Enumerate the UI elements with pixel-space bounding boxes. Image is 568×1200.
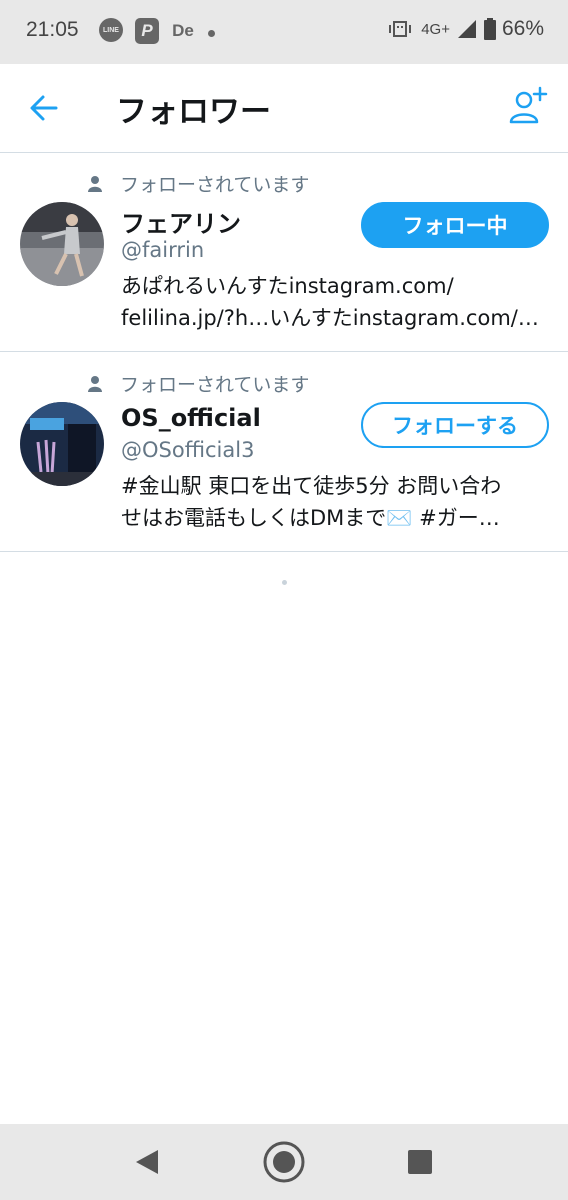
avatar[interactable] (20, 402, 104, 486)
de-icon: De (172, 21, 194, 40)
nav-recent-apps-icon[interactable] (408, 1150, 432, 1174)
page-title: フォロワー (116, 94, 271, 130)
arrow-left-icon[interactable] (28, 92, 60, 124)
app-header: フォロワー (0, 64, 568, 153)
follows-you-row: フォローされています (88, 170, 309, 197)
avatar-photo (20, 402, 104, 486)
status-bar: 21:05 LINE P De 4G+ 66% (0, 0, 568, 64)
follows-you-label: フォローされています (120, 174, 310, 196)
add-user-icon[interactable] (508, 86, 548, 126)
battery-icon (483, 18, 496, 40)
paypay-icon: P (135, 18, 159, 44)
bio-line: あぱれるいんすたinstagram.com/ (121, 274, 454, 298)
user-name[interactable]: フェアリン (121, 204, 241, 239)
loading-indicator (282, 580, 287, 585)
follows-you-label: フォローされています (120, 374, 310, 396)
person-icon (88, 375, 102, 392)
user-handle: @fairrin (121, 238, 205, 262)
system-nav-bar (0, 1124, 568, 1200)
user-handle: @OSofficial3 (121, 438, 255, 462)
list-item[interactable]: フォローされています OS_official @OSofficial3 #金山駅… (0, 352, 568, 552)
signal-icon (457, 20, 476, 38)
dot-icon (208, 30, 215, 37)
bio-line: せはお電話もしくはDMまで✉️ #ガー… (121, 506, 500, 530)
status-right: 4G+ 66% (389, 17, 544, 41)
battery-percent: 66% (501, 17, 544, 40)
vibrate-icon (389, 21, 412, 37)
follower-list: フォローされています フェアリン @fairrin あぱれるいんすたinstag… (0, 152, 568, 552)
following-button[interactable]: フォロー中 (361, 202, 549, 248)
status-time: 21:05 (26, 18, 79, 41)
line-icon: LINE (99, 18, 123, 42)
follows-you-row: フォローされています (88, 370, 309, 397)
list-item[interactable]: フォローされています フェアリン @fairrin あぱれるいんすたinstag… (0, 152, 568, 352)
avatar[interactable] (20, 202, 104, 286)
bio-line: felilina.jp/?h…いんすたinstagram.com/… (121, 306, 539, 330)
avatar-photo (20, 202, 104, 286)
follow-button[interactable]: フォローする (361, 402, 549, 448)
user-name[interactable]: OS_official (121, 404, 261, 432)
nav-back-icon[interactable] (134, 1148, 160, 1176)
nav-home-icon[interactable] (262, 1140, 306, 1184)
bio-line: #金山駅 東口を出て徒歩5分 お問い合わ (121, 474, 502, 498)
user-bio: #金山駅 東口を出て徒歩5分 お問い合わ せはお電話もしくはDMまで✉️ #ガー… (121, 470, 551, 534)
person-icon (88, 175, 102, 192)
user-bio: あぱれるいんすたinstagram.com/ felilina.jp/?h…いん… (121, 270, 551, 334)
network-label: 4G+ (421, 20, 450, 38)
